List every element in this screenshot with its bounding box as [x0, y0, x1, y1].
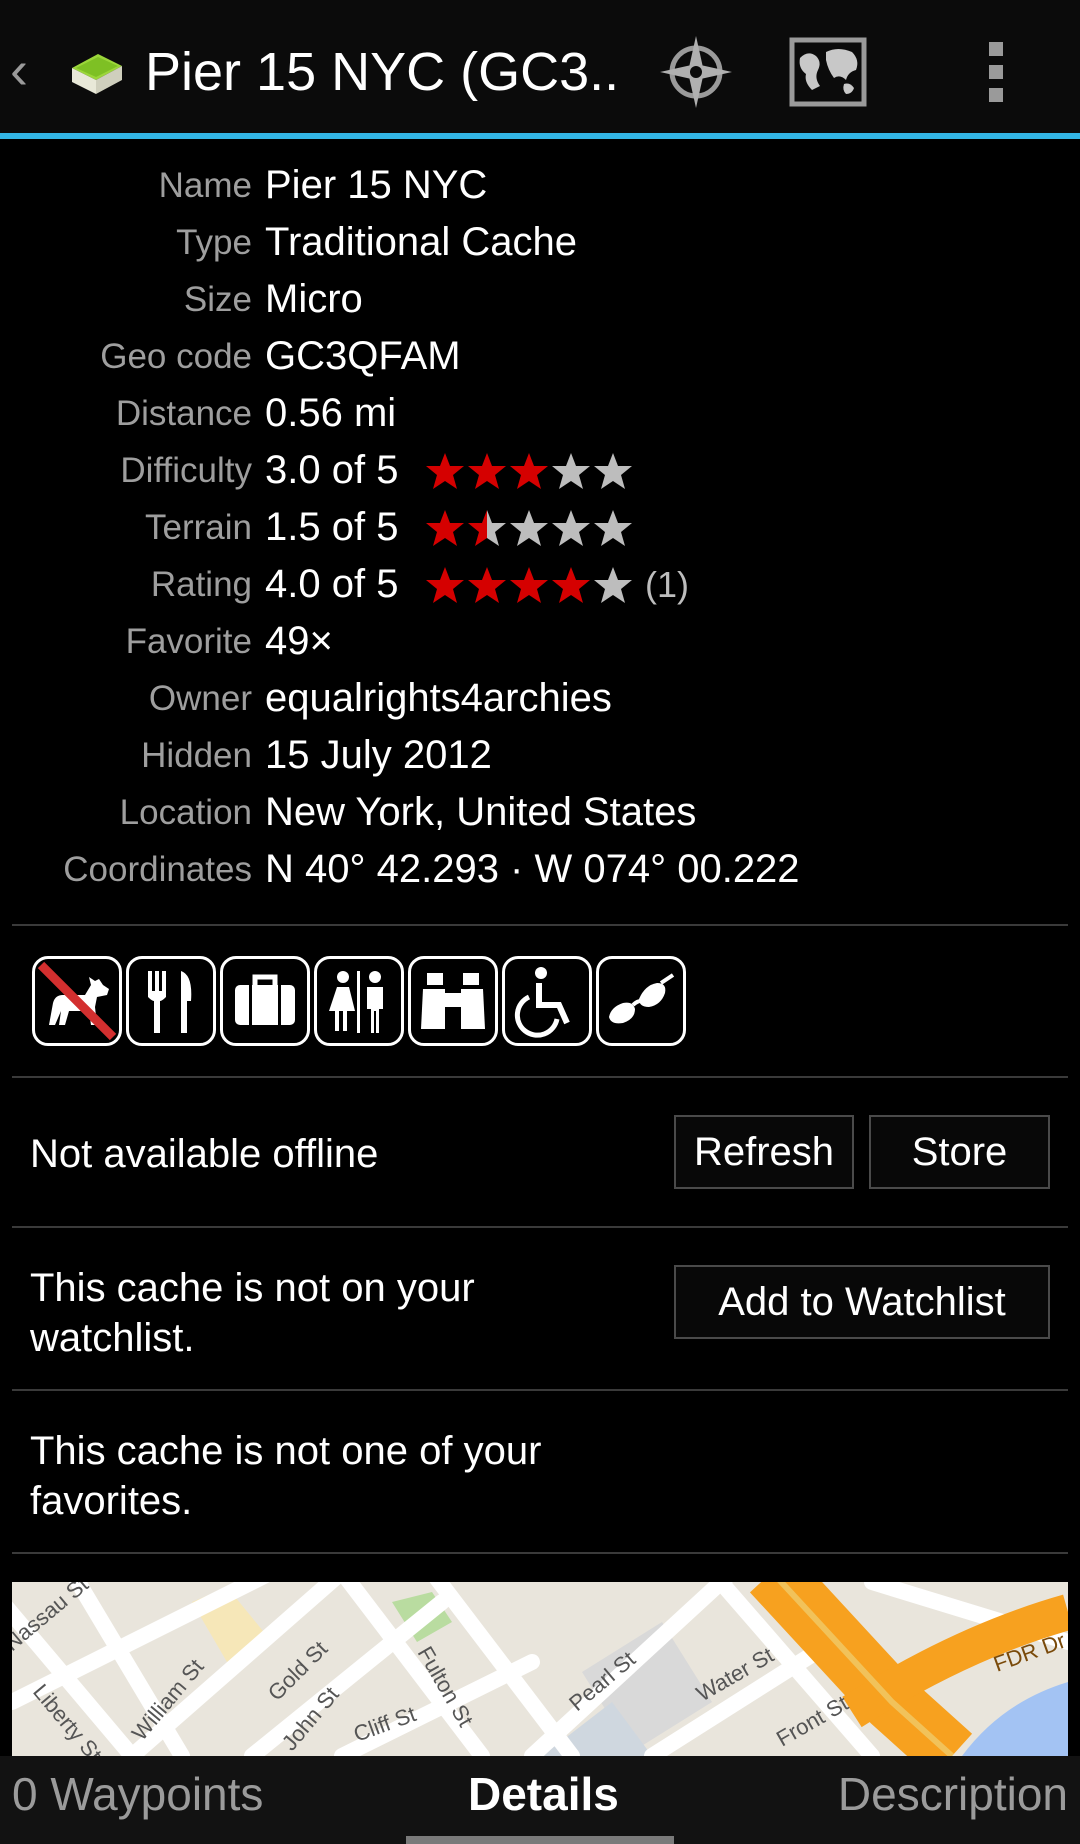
star-icon [426, 567, 464, 603]
detail-label: Geo code [100, 337, 252, 376]
detail-row-favorite: Favorite 49× [0, 612, 1080, 669]
detail-value: 0.56 mi [265, 391, 397, 435]
rating-count: (1) [645, 564, 689, 605]
detail-label: Coordinates [63, 850, 252, 889]
page-title: Pier 15 NYC (GC3... [145, 42, 615, 102]
detail-row-difficulty: Difficulty 3.0 of 5 [0, 441, 1080, 498]
add-to-watchlist-button[interactable]: Add to Watchlist [674, 1265, 1050, 1339]
star-icon [552, 510, 590, 546]
star-icon [510, 567, 548, 603]
detail-value[interactable]: equalrights4archies [265, 673, 612, 723]
map-icon[interactable] [786, 30, 870, 114]
restaurant-icon[interactable] [126, 956, 216, 1046]
wheelchair-icon[interactable] [502, 956, 592, 1046]
detail-label: Rating [150, 565, 252, 604]
detail-value: 49× [265, 619, 333, 663]
offline-status: Not available offline [30, 1132, 379, 1176]
divider [12, 1389, 1068, 1391]
detail-label: Name [158, 166, 252, 205]
rating-stars [424, 565, 634, 605]
luggage-icon[interactable] [220, 956, 310, 1046]
detail-label: Type [176, 223, 252, 262]
star-icon [468, 567, 506, 603]
star-icon [594, 567, 632, 603]
map-preview[interactable]: Nassau St Liberty St William St Gold St … [12, 1582, 1068, 1756]
detail-label: Difficulty [120, 451, 252, 490]
detail-value: Micro [265, 277, 363, 321]
detail-row-location: Location New York, United States [0, 783, 1080, 840]
difficulty-stars [424, 451, 634, 491]
tab-waypoints[interactable]: 0 Waypoints [12, 1764, 263, 1824]
detail-label: Hidden [141, 736, 252, 775]
compass-icon[interactable] [654, 30, 738, 114]
back-chevron-icon[interactable]: ‹ [10, 43, 40, 97]
divider [12, 1076, 1068, 1078]
detail-value: 1.5 of 5 [265, 505, 399, 549]
store-button[interactable]: Store [869, 1115, 1050, 1189]
sunglasses-icon[interactable] [596, 956, 686, 1046]
no-dogs-icon[interactable] [32, 956, 122, 1046]
star-icon [510, 510, 548, 546]
detail-row-size: Size Micro [0, 270, 1080, 327]
terrain-stars [424, 508, 634, 548]
favorites-status: This cache is not one of your favorites. [30, 1429, 542, 1523]
action-bar-accent-line [0, 133, 1080, 139]
watchlist-status: This cache is not on your watchlist. [30, 1266, 475, 1360]
star-icon [426, 453, 464, 489]
action-bar: ‹ Pier 15 NYC (GC3... [0, 0, 1080, 139]
detail-label: Favorite [125, 622, 252, 661]
detail-value: GC3QFAM [265, 334, 461, 378]
detail-row-type: Type Traditional Cache [0, 213, 1080, 270]
detail-label: Location [119, 793, 252, 832]
tab-bar: 0 Waypoints Details Description [0, 1756, 1080, 1844]
refresh-button[interactable]: Refresh [674, 1115, 854, 1189]
cache-box-icon[interactable] [66, 46, 126, 98]
divider [12, 1552, 1068, 1554]
detail-value: New York, United States [265, 790, 697, 834]
restrooms-icon[interactable] [314, 956, 404, 1046]
star-icon [594, 453, 632, 489]
detail-row-rating: Rating 4.0 of 5 (1) [0, 555, 1080, 612]
detail-label: Owner [148, 679, 252, 718]
detail-row-owner: Owner equalrights4archies [0, 669, 1080, 726]
star-icon [552, 453, 590, 489]
detail-value: Traditional Cache [265, 220, 578, 264]
divider [12, 924, 1068, 926]
detail-row-distance: Distance 0.56 mi [0, 384, 1080, 441]
detail-row-name: Name Pier 15 NYC [0, 156, 1080, 213]
detail-label: Size [183, 280, 252, 319]
detail-value: 15 July 2012 [265, 733, 492, 777]
tab-details[interactable]: Details [468, 1764, 619, 1824]
star-icon [468, 510, 506, 546]
detail-value: 4.0 of 5 [265, 562, 399, 606]
tab-indicator [406, 1836, 674, 1844]
attribute-icons [32, 956, 686, 1048]
star-icon [552, 567, 590, 603]
overflow-menu-icon[interactable] [975, 30, 1017, 114]
tab-description[interactable]: Description [838, 1764, 1068, 1824]
star-icon [468, 453, 506, 489]
detail-row-terrain: Terrain 1.5 of 5 [0, 498, 1080, 555]
star-icon [510, 453, 548, 489]
detail-label: Distance [115, 394, 252, 433]
detail-value[interactable]: N 40° 42.293 · W 074° 00.222 [265, 844, 800, 894]
detail-row-coordinates: Coordinates N 40° 42.293 · W 074° 00.222 [0, 840, 1080, 897]
map-image: Nassau St Liberty St William St Gold St … [12, 1582, 1068, 1756]
detail-row-hidden: Hidden 15 July 2012 [0, 726, 1080, 783]
star-icon [426, 510, 464, 546]
detail-value: 3.0 of 5 [265, 448, 399, 492]
star-icon [594, 510, 632, 546]
binoculars-icon[interactable] [408, 956, 498, 1046]
detail-value: Pier 15 NYC [265, 163, 488, 207]
detail-label: Terrain [145, 508, 252, 547]
detail-row-geocode: Geo code GC3QFAM [0, 327, 1080, 384]
divider [12, 1226, 1068, 1228]
